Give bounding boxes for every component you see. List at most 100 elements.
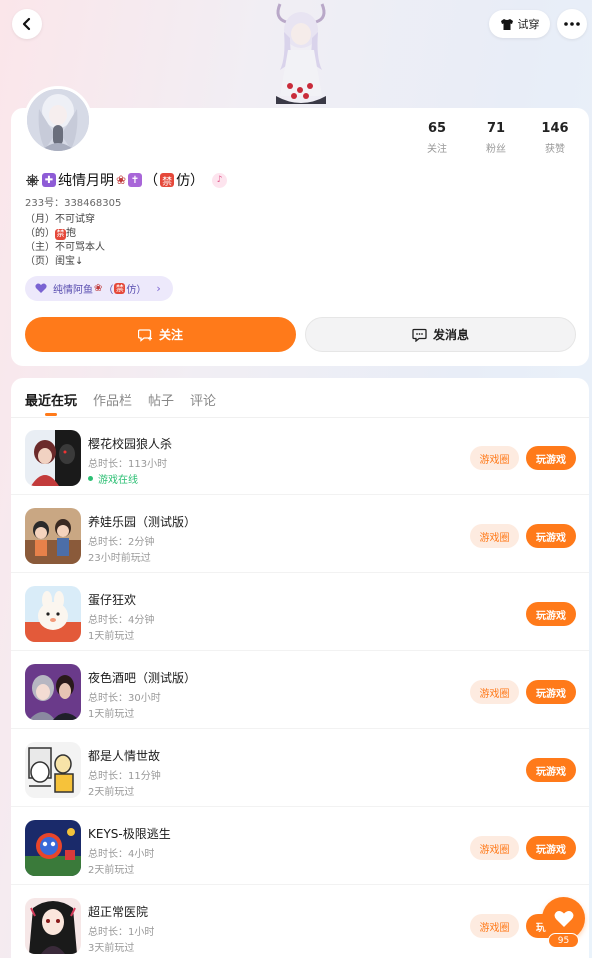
game-circle-button[interactable]: 游戏圈 (470, 446, 519, 470)
ban-tag: 禁 (55, 228, 66, 240)
game-icon[interactable] (25, 898, 81, 954)
tab-posts[interactable]: 帖子 (148, 390, 174, 414)
dress-up-avatar-figure[interactable] (266, 0, 336, 110)
play-game-button[interactable]: 玩游戏 (526, 680, 576, 704)
game-row[interactable]: 樱花校园狼人杀 总时长：113小时 游戏在线 游戏圈 玩游戏 (11, 418, 589, 495)
message-label: 发消息 (432, 328, 469, 342)
ban-tag: 禁 (160, 173, 175, 188)
tab-works[interactable]: 作品栏 (93, 390, 132, 414)
game-row[interactable]: 夜色酒吧（测试版） 总时长：30小时 1天前玩过 游戏圈 玩游戏 (11, 652, 589, 729)
following-stat[interactable]: 65 关注 (411, 121, 463, 155)
likes-label: 获赞 (545, 144, 565, 155)
game-status: 1天前玩过 (88, 631, 135, 642)
likes-stat[interactable]: 146 获赞 (529, 121, 581, 155)
chevron-left-icon (22, 17, 31, 31)
game-row[interactable]: 都是人情世故 总时长：11分钟 2天前玩过 玩游戏 (11, 730, 589, 807)
stats-row: 65 关注 71 粉丝 146 获赞 (411, 121, 588, 155)
game-status: 1天前玩过 (88, 709, 135, 720)
game-circle-button[interactable]: 游戏圈 (470, 524, 519, 548)
game-status: 2天前玩过 (88, 865, 135, 876)
shirt-icon (500, 18, 513, 30)
game-title: 夜色酒吧（测试版） (88, 671, 197, 685)
more-button[interactable] (557, 9, 587, 39)
plus-badge-icon: ✚ (42, 173, 56, 187)
game-circle-button[interactable]: 游戏圈 (470, 914, 519, 938)
try-on-button[interactable]: 试穿 (489, 10, 550, 38)
game-title: 养娃乐园（测试版） (88, 515, 197, 529)
game-title: 樱花校园狼人杀 (88, 437, 173, 451)
game-icon[interactable] (25, 508, 81, 564)
user-id: 233号：338468305 (25, 198, 122, 209)
game-icon[interactable] (25, 586, 81, 642)
bio: （月）不可试穿 （的）禁抱 （主）不可骂本人 （页）闺宝↓ (25, 213, 105, 269)
game-duration: 总时长：4分钟 (88, 615, 155, 626)
badge-icon[interactable]: ♪ (212, 172, 228, 188)
game-row[interactable]: 蛋仔狂欢 总时长：4分钟 1天前玩过 玩游戏 (11, 574, 589, 651)
game-status: 游戏在线 (88, 471, 138, 486)
followers-count: 71 (486, 121, 506, 136)
game-icon[interactable] (25, 430, 81, 486)
play-game-button[interactable]: 玩游戏 (526, 836, 576, 860)
profile-card: 65 关注 71 粉丝 146 获赞 ✚ 纯情月明 ❀ ✝ （ 禁 仿） ♪ 2… (11, 86, 589, 366)
heart-icon (35, 283, 47, 293)
bio-line: （主）不可骂本人 (25, 242, 105, 253)
game-title: 都是人情世故 (88, 749, 161, 763)
game-circle-button[interactable]: 游戏圈 (470, 836, 519, 860)
tab-comments[interactable]: 评论 (190, 390, 216, 414)
game-title: 超正常医院 (88, 905, 149, 919)
game-icon[interactable] (25, 664, 81, 720)
game-icon[interactable] (25, 820, 81, 876)
chevron-right-icon: › (156, 282, 161, 295)
follow-label: 关注 (158, 328, 183, 342)
top-bar: 试穿 (0, 0, 592, 110)
followers-stat[interactable]: 71 粉丝 (470, 121, 522, 155)
following-label: 关注 (427, 144, 447, 155)
bio-line: （的）禁抱 (25, 228, 76, 240)
game-circle-button[interactable]: 游戏圈 (470, 680, 519, 704)
game-row[interactable]: KEYS-极限逃生 总时长：4小时 2天前玩过 游戏圈 玩游戏 (11, 808, 589, 885)
chat-icon (412, 328, 427, 342)
game-title: KEYS-极限逃生 (88, 827, 171, 841)
name-text: 纯情月明 (58, 173, 114, 189)
game-duration: 总时长：1小时 (88, 927, 155, 938)
try-on-label: 试穿 (517, 18, 540, 31)
game-row[interactable]: 养娃乐园（测试版） 总时长：2分钟 23小时前玩过 游戏圈 玩游戏 (11, 496, 589, 573)
game-duration: 总时长：30小时 (88, 693, 161, 704)
followers-label: 粉丝 (486, 144, 506, 155)
game-row[interactable]: 超正常医院 总时长：1小时 3天前玩过 游戏圈 玩游戏 (11, 886, 589, 958)
follow-button[interactable]: 关注 (25, 317, 296, 352)
group-chip[interactable]: 纯情阿鱼 ❀ （ 禁 仿） › (25, 276, 173, 301)
game-icon[interactable] (25, 742, 81, 798)
more-dots-icon (564, 22, 580, 26)
game-duration: 总时长：11分钟 (88, 771, 161, 782)
cross-badge-icon: ✝ (128, 173, 143, 187)
group-chip-label: 纯情阿鱼 ❀ （ 禁 仿） (53, 283, 147, 296)
tab-bar: 最近在玩 作品栏 帖子 评论 (25, 390, 232, 416)
play-game-button[interactable]: 玩游戏 (526, 602, 576, 626)
flower-icon: ❀ (116, 173, 127, 187)
ban-tag: 禁 (114, 283, 126, 294)
play-game-button[interactable]: 玩游戏 (526, 446, 576, 470)
tab-recently-played[interactable]: 最近在玩 (25, 390, 77, 416)
back-button[interactable] (12, 9, 42, 39)
bio-line: （页）闺宝↓ (25, 256, 84, 267)
game-duration: 总时长：113小时 (88, 459, 168, 470)
likes-count: 146 (541, 121, 569, 136)
heart-icon (554, 910, 573, 927)
profile-name: ✚ 纯情月明 ❀ ✝ （ 禁 仿） ♪ (25, 170, 228, 190)
game-status: 3天前玩过 (88, 943, 135, 954)
game-status: 23小时前玩过 (88, 553, 151, 564)
following-count: 65 (427, 121, 447, 136)
play-game-button[interactable]: 玩游戏 (526, 758, 576, 782)
play-game-button[interactable]: 玩游戏 (526, 524, 576, 548)
game-duration: 总时长：2分钟 (88, 537, 155, 548)
game-duration: 总时长：4小时 (88, 849, 155, 860)
bio-line: （月）不可试穿 (25, 214, 95, 225)
avatar[interactable] (24, 86, 92, 154)
add-friend-icon (137, 328, 152, 342)
game-title: 蛋仔狂欢 (88, 593, 137, 607)
message-button[interactable]: 发消息 (305, 317, 576, 352)
games-card: 最近在玩 作品栏 帖子 评论 樱花校园狼人杀 总时长：113小时 游戏在线 游戏… (11, 378, 589, 958)
spiderweb-icon (26, 173, 39, 187)
game-status: 2天前玩过 (88, 787, 135, 798)
